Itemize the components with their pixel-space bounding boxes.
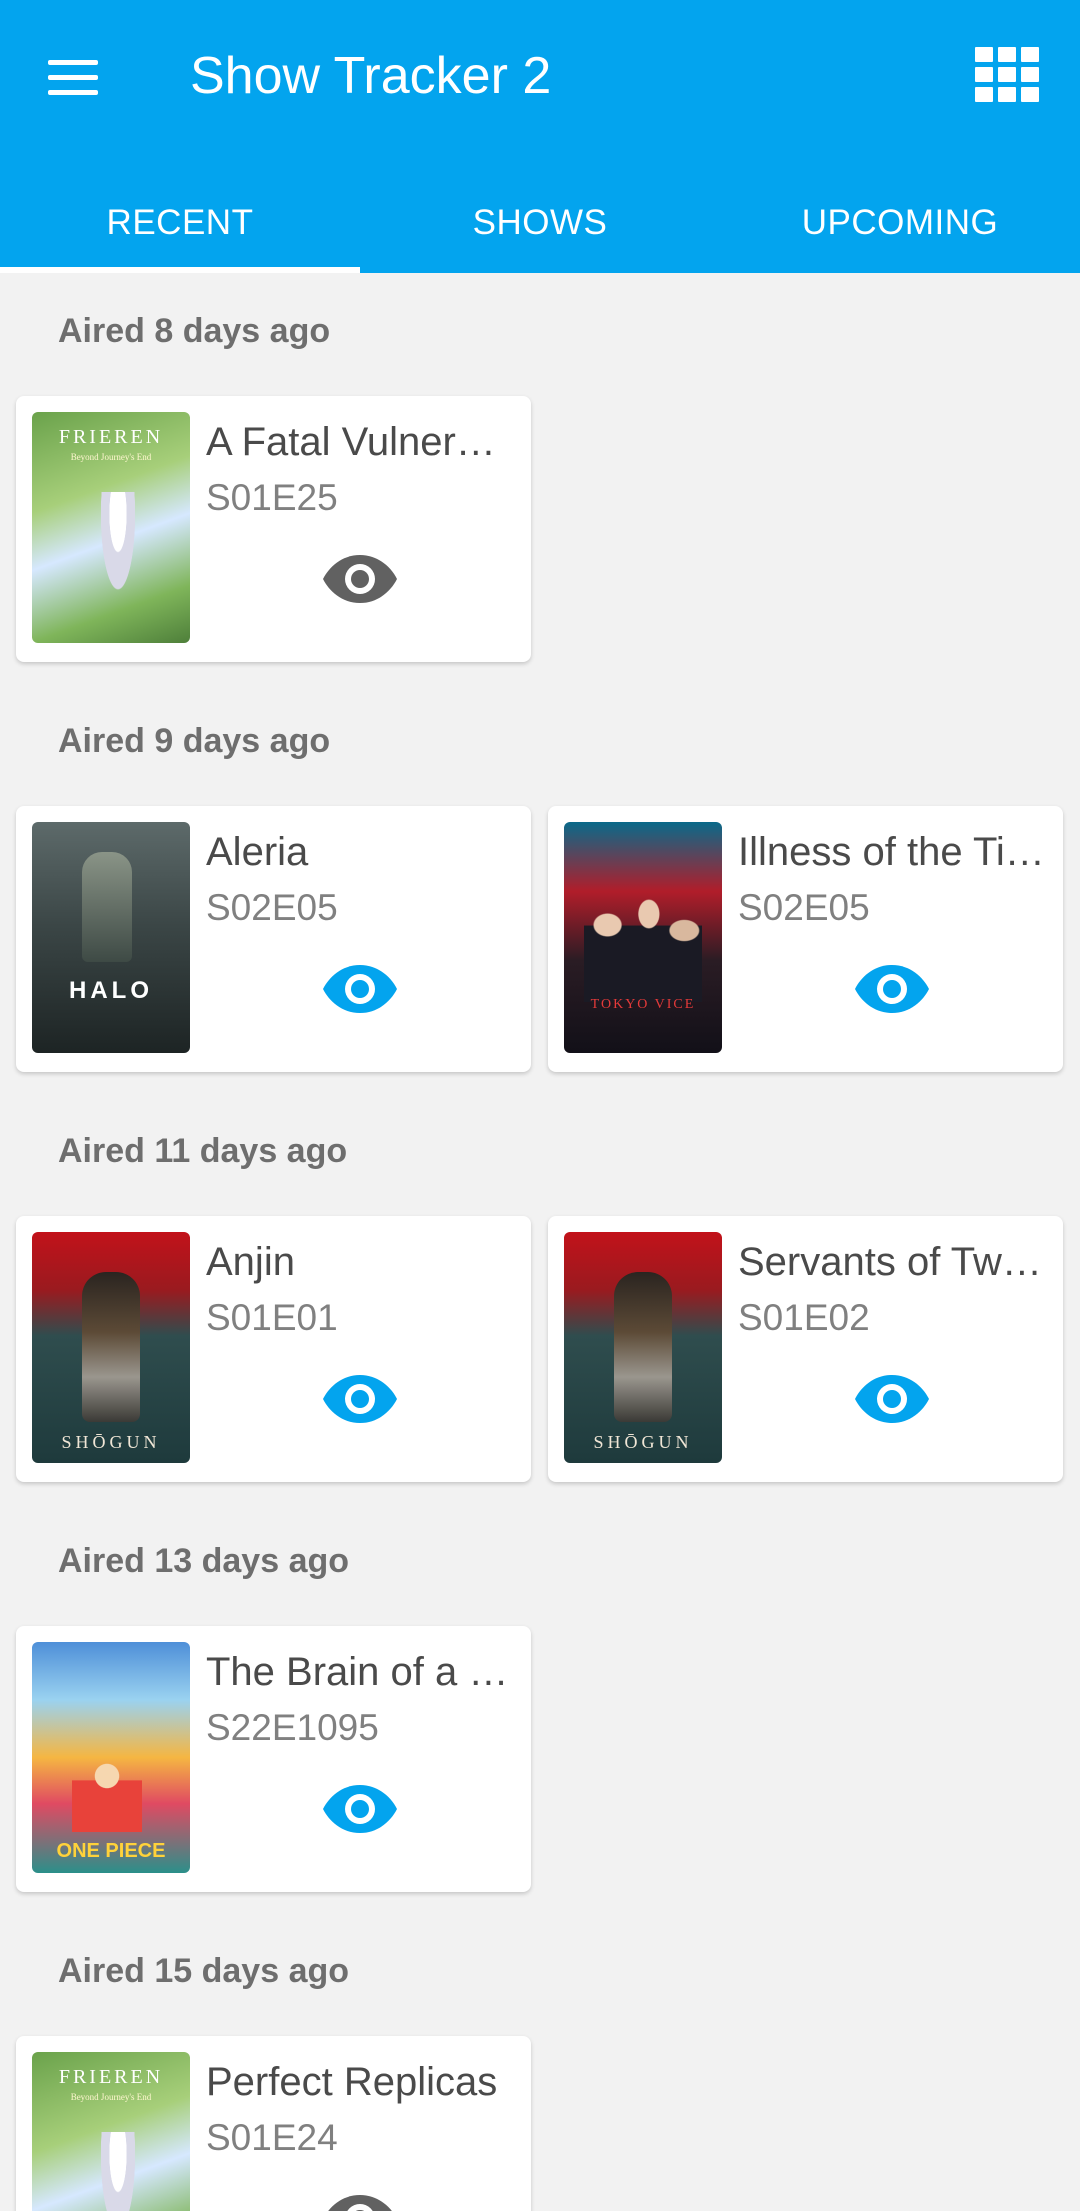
tab-shows[interactable]: SHOWS: [360, 172, 720, 273]
eye-icon: [323, 1785, 397, 1833]
eye-icon: [855, 965, 929, 1013]
show-poster: HALO: [32, 822, 190, 1053]
tab-recent[interactable]: RECENT: [0, 172, 360, 273]
hamburger-menu-icon: [48, 59, 98, 65]
show-poster: SHŌGUN: [32, 1232, 190, 1463]
section-header: Aired 11 days ago: [58, 1132, 348, 1170]
app-bar: Show Tracker 2 RECENT SHOWS UPCOMING: [0, 0, 1080, 273]
episode-code: S01E01: [206, 1297, 338, 1338]
episode-card[interactable]: FRIEREN Beyond Journey's End A Fatal Vul…: [16, 396, 531, 662]
grid-view-icon: [975, 47, 993, 62]
mark-watched-button[interactable]: [322, 1782, 398, 1836]
mark-watched-button[interactable]: [322, 2192, 398, 2211]
section-header: Aired 13 days ago: [58, 1542, 350, 1580]
episode-title: Servants of Two Masters: [738, 1240, 1050, 1284]
episode-code: S02E05: [738, 887, 870, 928]
episode-card[interactable]: TOKYO VICE Illness of the Times S02E05: [548, 806, 1063, 1072]
eye-icon: [323, 555, 397, 603]
show-poster: FRIEREN Beyond Journey's End: [32, 2052, 190, 2211]
show-poster: SHŌGUN: [564, 1232, 722, 1463]
mark-watched-button[interactable]: [322, 962, 398, 1016]
eye-icon: [328, 2195, 392, 2211]
episode-card[interactable]: HALO Aleria S02E05: [16, 806, 531, 1072]
show-poster: TOKYO VICE: [564, 822, 722, 1053]
section-header: Aired 15 days ago: [58, 1952, 350, 1990]
app-title: Show Tracker 2: [190, 47, 552, 105]
show-poster: ONE PIECE: [32, 1642, 190, 1873]
tab-upcoming[interactable]: UPCOMING: [720, 172, 1080, 273]
episode-title: Anjin: [206, 1240, 295, 1284]
episode-card[interactable]: FRIEREN Beyond Journey's End Perfect Rep…: [16, 2036, 531, 2211]
section-header: Aired 8 days ago: [58, 312, 331, 350]
episode-card[interactable]: ONE PIECE The Brain of a Genius S22E1095: [16, 1626, 531, 1892]
episode-title: The Brain of a Genius: [206, 1650, 518, 1694]
episode-title: A Fatal Vulnerability: [206, 420, 518, 464]
episode-card[interactable]: SHŌGUN Anjin S01E01: [16, 1216, 531, 1482]
show-poster: FRIEREN Beyond Journey's End: [32, 412, 190, 643]
tab-bar: RECENT SHOWS UPCOMING: [0, 172, 1080, 273]
eye-icon: [323, 965, 397, 1013]
episode-title: Perfect Replicas: [206, 2060, 498, 2104]
menu-button[interactable]: [36, 40, 110, 114]
episode-card[interactable]: SHŌGUN Servants of Two Masters S01E02: [548, 1216, 1063, 1482]
episode-code: S01E02: [738, 1297, 870, 1338]
mark-watched-button[interactable]: [854, 962, 930, 1016]
episode-title: Illness of the Times: [738, 830, 1050, 874]
grid-view-button[interactable]: [972, 44, 1039, 102]
eye-icon: [855, 1375, 929, 1423]
episode-code: S01E24: [206, 2117, 338, 2158]
episode-title: Aleria: [206, 830, 309, 874]
section-header: Aired 9 days ago: [58, 722, 331, 760]
mark-watched-button[interactable]: [322, 1372, 398, 1426]
episode-code: S01E25: [206, 477, 338, 518]
episode-code: S02E05: [206, 887, 338, 928]
episode-code: S22E1095: [206, 1707, 379, 1748]
mark-watched-button[interactable]: [854, 1372, 930, 1426]
eye-icon: [323, 1375, 397, 1423]
mark-watched-button[interactable]: [322, 552, 398, 606]
